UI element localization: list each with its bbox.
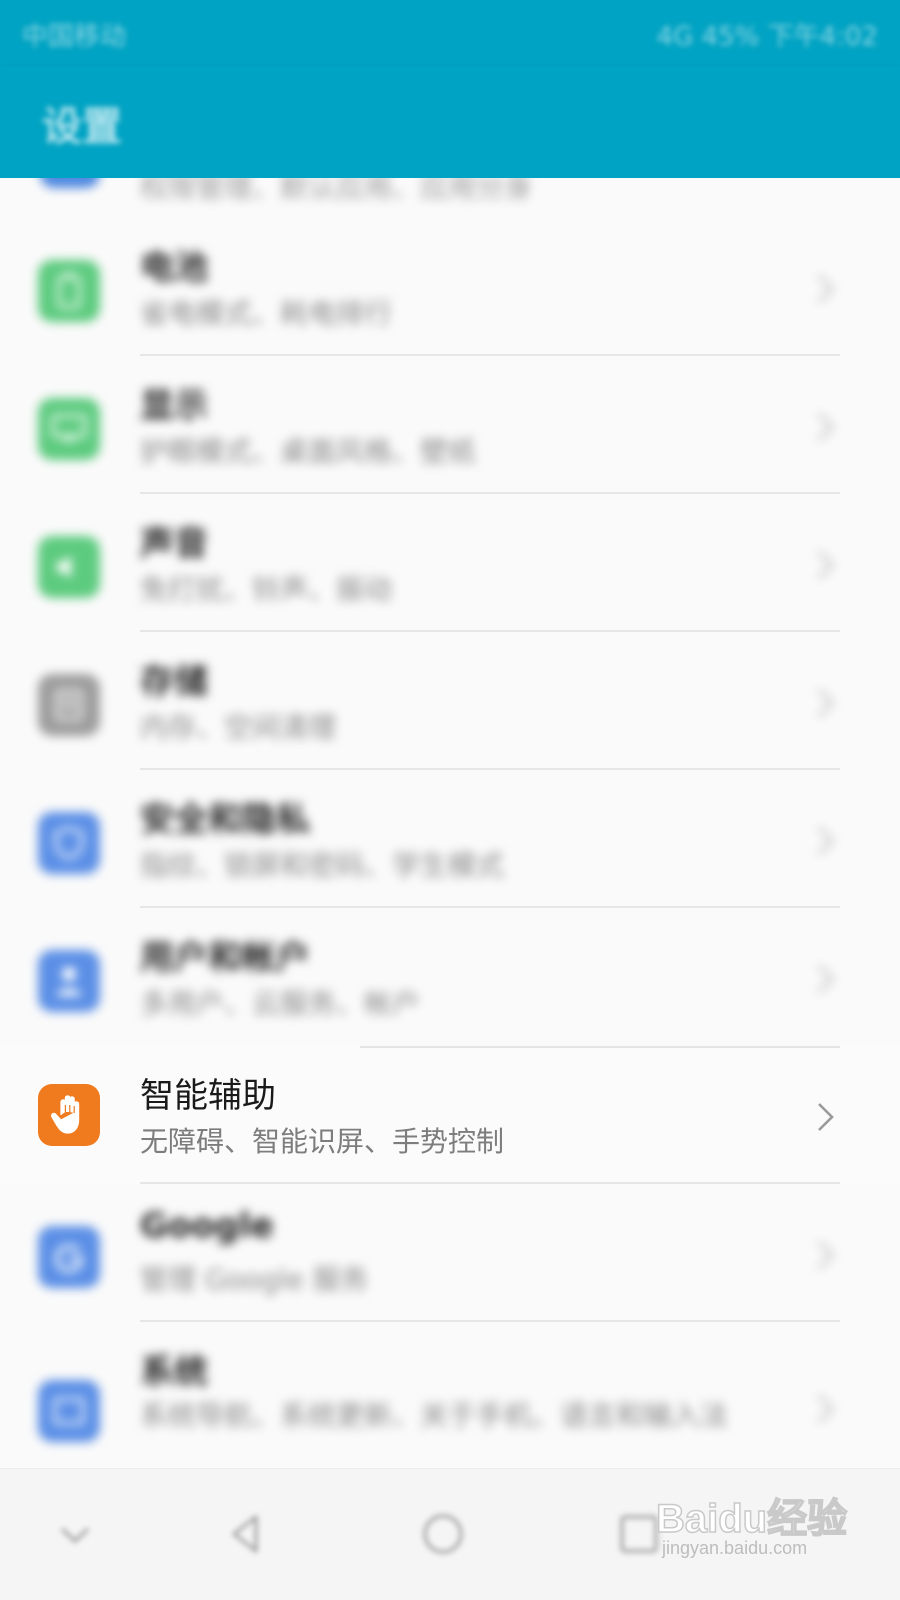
settings-item-security[interactable]: 安全和隐私 指纹、锁屏和密码、学生模式 — [0, 770, 900, 908]
settings-item-display[interactable]: 显示 护眼模式、桌面风格、壁纸 — [0, 356, 900, 494]
sound-icon — [38, 536, 100, 598]
settings-item-battery[interactable]: 电池 省电模式、耗电排行 — [0, 218, 900, 356]
storage-icon — [38, 674, 100, 736]
settings-list[interactable]: 权限管理、默认应用、应用分身 电池 省电模式、耗电排行 显示 护眼模式、桌面风格… — [0, 178, 900, 1468]
settings-item-title: 智能辅助 — [140, 1076, 276, 1116]
settings-item-subtitle: 指纹、锁屏和密码、学生模式 — [140, 849, 505, 882]
back-icon[interactable] — [222, 1509, 272, 1559]
settings-item-subtitle: 系统导航、系统更新、关于手机、语言和输入法 — [140, 1399, 729, 1432]
settings-item-apps-partial[interactable]: 权限管理、默认应用、应用分身 — [0, 178, 900, 218]
chevron-right-icon — [817, 412, 835, 442]
chevron-right-icon — [817, 550, 835, 580]
apps-icon — [40, 178, 100, 188]
settings-item-subtitle: 内存、空间清理 — [140, 711, 337, 744]
system-icon — [38, 1380, 100, 1442]
display-icon — [38, 398, 100, 460]
page-title: 设置 — [42, 104, 122, 150]
baidu-watermark: Baidu经验 jingyan.baidu.com — [655, 1478, 848, 1568]
chevron-right-icon — [818, 1103, 834, 1131]
divider — [360, 1046, 840, 1048]
settings-item-subtitle: 省电模式、耗电排行 — [140, 297, 393, 330]
settings-item-title: 安全和隐私 — [140, 800, 310, 840]
chevron-right-icon — [817, 1240, 835, 1270]
settings-item-title: 声音 — [140, 524, 208, 564]
settings-item-title: 电池 — [140, 248, 208, 288]
watermark-logo: Baidu经验 — [655, 1496, 848, 1542]
chevron-right-icon — [817, 826, 835, 856]
settings-item-system[interactable]: 系统 系统导航、系统更新、关于手机、语言和输入法 — [0, 1322, 900, 1468]
chevron-right-icon — [817, 1394, 835, 1424]
settings-item-subtitle: 管理 Google 服务 — [140, 1263, 369, 1296]
settings-item-smart-assistance[interactable]: 智能辅助 无障碍、智能识屏、手势控制 — [0, 1046, 900, 1184]
app-bar: 设置 — [0, 66, 900, 178]
settings-item-title: 用户和帐户 — [140, 938, 310, 978]
settings-item-title: 系统 — [140, 1352, 208, 1392]
settings-item-users[interactable]: 用户和帐户 多用户、云服务、帐户 — [0, 908, 900, 1046]
google-icon — [38, 1226, 100, 1288]
hide-icon[interactable] — [50, 1509, 100, 1559]
settings-item-sound[interactable]: 声音 免打扰、铃声、振动 — [0, 494, 900, 632]
battery-icon — [38, 260, 100, 322]
carrier-label: 中国移动 — [22, 22, 127, 52]
settings-item-subtitle: 免打扰、铃声、振动 — [140, 573, 393, 606]
status-bar: 中国移动 4G 45% 下午4:02 — [0, 0, 900, 66]
settings-item-subtitle: 无障碍、智能识屏、手势控制 — [140, 1125, 505, 1158]
settings-item-subtitle: 权限管理、默认应用、应用分身 — [140, 178, 533, 204]
home-icon[interactable] — [418, 1509, 468, 1559]
hand-icon — [38, 1084, 100, 1146]
watermark-url: jingyan.baidu.com — [662, 1538, 808, 1558]
chevron-right-icon — [817, 964, 835, 994]
settings-item-storage[interactable]: 存储 内存、空间清理 — [0, 632, 900, 770]
settings-item-title: Google — [140, 1206, 274, 1246]
user-icon — [38, 950, 100, 1012]
settings-item-subtitle: 多用户、云服务、帐户 — [140, 987, 421, 1020]
settings-item-title: 显示 — [140, 386, 208, 426]
chevron-right-icon — [817, 688, 835, 718]
settings-item-title: 存储 — [140, 662, 208, 702]
settings-item-subtitle: 护眼模式、桌面风格、壁纸 — [140, 435, 477, 468]
settings-item-google[interactable]: Google 管理 Google 服务 — [0, 1184, 900, 1322]
security-icon — [38, 812, 100, 874]
status-indicators: 4G 45% 下午4:02 — [656, 22, 878, 52]
chevron-right-icon — [817, 274, 835, 304]
